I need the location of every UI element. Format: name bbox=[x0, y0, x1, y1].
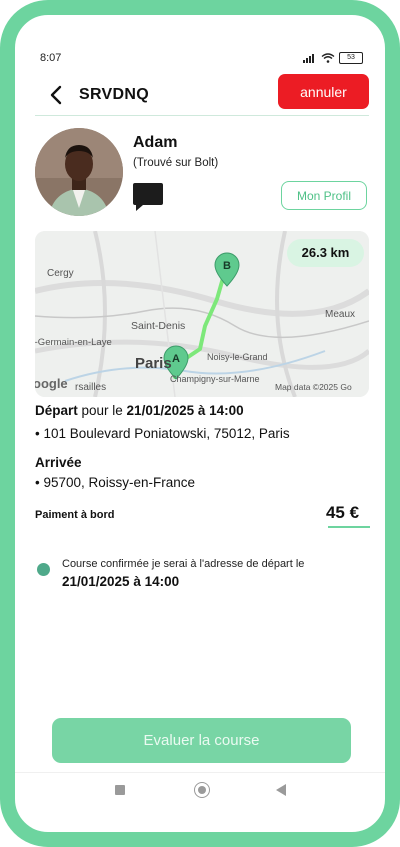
wifi-icon bbox=[321, 53, 335, 63]
rate-ride-button[interactable]: Evaluer la course bbox=[52, 718, 351, 763]
confirmation-text: Course confirmée je serai à l'adresse de… bbox=[62, 558, 305, 570]
home-icon[interactable] bbox=[194, 782, 210, 798]
arrival-label: Arrivée bbox=[35, 455, 82, 470]
map-place-saint-denis: Saint-Denis bbox=[131, 320, 185, 332]
signal-icon bbox=[303, 54, 314, 63]
departure-line: Départ pour le 21/01/2025 à 14:00 bbox=[35, 403, 244, 418]
departure-prefix: pour le bbox=[77, 403, 127, 418]
departure-datetime: 21/01/2025 à 14:00 bbox=[126, 403, 244, 418]
driver-avatar bbox=[35, 128, 123, 216]
payment-label: Paiment à bord bbox=[35, 509, 115, 521]
driver-source: (Trouvé sur Bolt) bbox=[133, 157, 219, 169]
phone-frame: 8:07 53 SRVDNQ annuler Adam (Trouvé sur … bbox=[0, 0, 400, 847]
header-divider bbox=[35, 115, 369, 116]
cancel-button[interactable]: annuler bbox=[278, 74, 369, 109]
battery-indicator: 53 bbox=[339, 52, 363, 64]
back-arrow-icon[interactable] bbox=[45, 83, 69, 107]
departure-address: • 101 Boulevard Poniatowski, 75012, Pari… bbox=[35, 426, 290, 441]
my-profile-button[interactable]: Mon Profil bbox=[281, 181, 367, 210]
chat-icon[interactable] bbox=[133, 181, 163, 211]
ride-code-title: SRVDNQ bbox=[79, 86, 149, 103]
map-place-cergy: Cergy bbox=[47, 268, 74, 279]
nav-back-icon[interactable] bbox=[276, 784, 286, 796]
driver-name: Adam bbox=[133, 134, 178, 151]
map-place-noisy: Noisy-le-Grand bbox=[207, 352, 268, 362]
recent-apps-icon[interactable] bbox=[115, 785, 125, 795]
map-logo: oogle bbox=[35, 376, 68, 391]
status-dot-icon bbox=[37, 563, 50, 576]
price: 45 € bbox=[325, 503, 360, 522]
map-place-champigny: Champigny-sur-Marne bbox=[170, 374, 260, 384]
marker-label-b: B bbox=[223, 260, 231, 272]
departure-label: Départ bbox=[35, 403, 78, 418]
price-underline bbox=[328, 526, 370, 528]
confirmation-datetime: 21/01/2025 à 14:00 bbox=[62, 574, 180, 589]
arrival-address: • 95700, Roissy-en-France bbox=[35, 475, 196, 490]
status-time: 8:07 bbox=[40, 52, 62, 64]
marker-label-a: A bbox=[172, 353, 180, 365]
map-place-saint-germain: t-Germain-en-Laye bbox=[35, 337, 112, 348]
map-place-versailles: rsailles bbox=[75, 382, 106, 393]
distance-badge: 26.3 km bbox=[287, 239, 364, 267]
map-attribution: Map data ©2025 Go bbox=[275, 382, 352, 392]
status-icons: 53 bbox=[303, 52, 363, 64]
map-place-meaux: Meaux bbox=[325, 309, 355, 320]
map-place-paris: Paris bbox=[135, 355, 172, 372]
